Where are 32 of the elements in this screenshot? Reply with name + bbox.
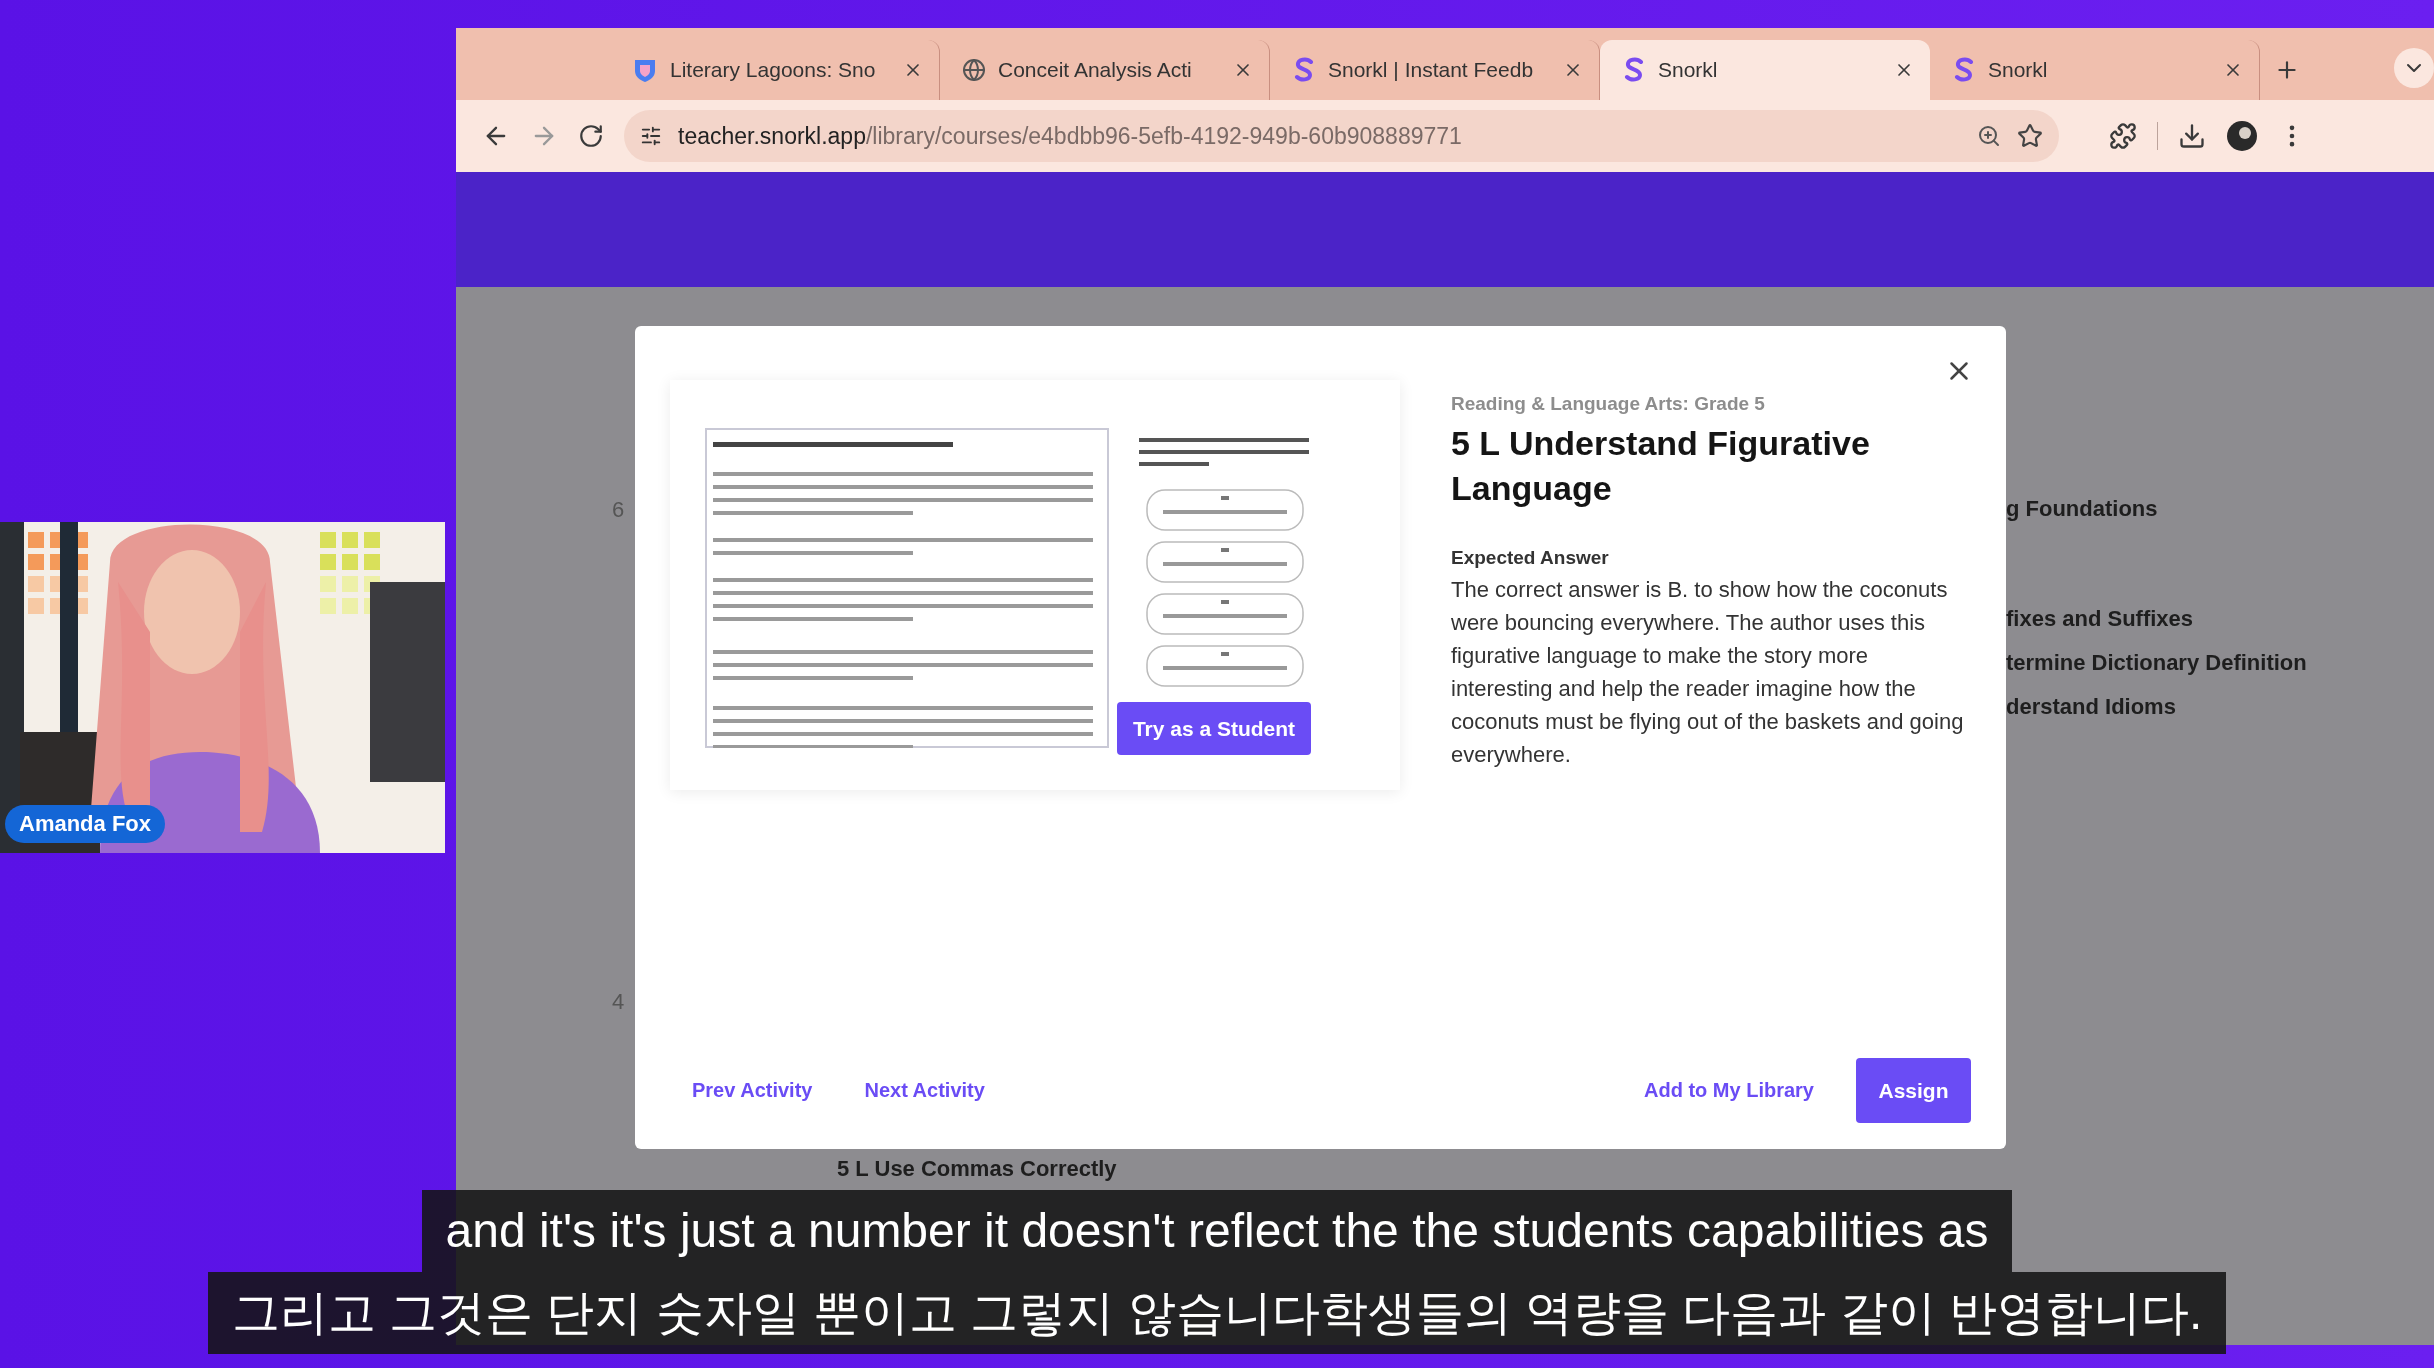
- activity-title: 5 L Understand Figurative Language: [1451, 423, 1871, 509]
- course-label: Reading & Language Arts: Grade 5: [1451, 393, 1766, 415]
- participant-name: Amanda Fox: [5, 805, 166, 843]
- shield-icon: [632, 57, 658, 83]
- activity-nav-link[interactable]: Prev Activity: [692, 1079, 813, 1102]
- site-info-icon[interactable]: [640, 125, 662, 147]
- reload-icon[interactable]: [578, 123, 604, 149]
- lesson-title: fixes and Suffixes: [2006, 605, 2195, 633]
- lesson-title: 5 L Use Commas Correctly: [837, 1155, 1117, 1183]
- tab-search-button[interactable]: [2394, 48, 2434, 88]
- browser-tab[interactable]: Snorkl: [1600, 40, 1930, 100]
- zoom-icon[interactable]: [1977, 124, 2001, 148]
- assign-button[interactable]: Assign: [1856, 1058, 1971, 1123]
- try-as-student-button[interactable]: Try as a Student: [1117, 702, 1311, 755]
- expected-answer-text: The correct answer is B. to show how the coconuts were bouncing everywhere. The author uses this figurative language to make the story more interesting and help the reader imagine how the coconuts must be flying out of the baskets and going everywhere.: [1451, 576, 1965, 769]
- download-icon[interactable]: [2178, 122, 2206, 150]
- activity-nav-link[interactable]: Next Activity: [864, 1079, 985, 1102]
- bookmark-icon[interactable]: [2017, 123, 2043, 149]
- row-number: 6: [612, 497, 626, 523]
- logo-icon: [1292, 57, 1316, 83]
- profile-avatar-icon[interactable]: [2226, 120, 2258, 152]
- lesson-title: termine Dictionary Definition: [2006, 649, 2308, 677]
- add-to-library-link[interactable]: Add to My Library: [1644, 1079, 1814, 1102]
- section-heading: Expected Answer: [1451, 547, 1610, 569]
- globe-icon: [962, 58, 986, 82]
- address-bar[interactable]: teacher.snorkl.app/library/courses/e4bdbb96-5efb-4192-949b-60b908889771: [624, 110, 2059, 162]
- row-number: 4: [612, 989, 626, 1015]
- extensions-icon[interactable]: [2109, 122, 2137, 150]
- lesson-title: g Foundations: [2006, 495, 2159, 523]
- lesson-title: derstand Idioms: [2006, 693, 2177, 721]
- logo-icon: [1622, 57, 1646, 83]
- logo-icon: [1952, 57, 1976, 83]
